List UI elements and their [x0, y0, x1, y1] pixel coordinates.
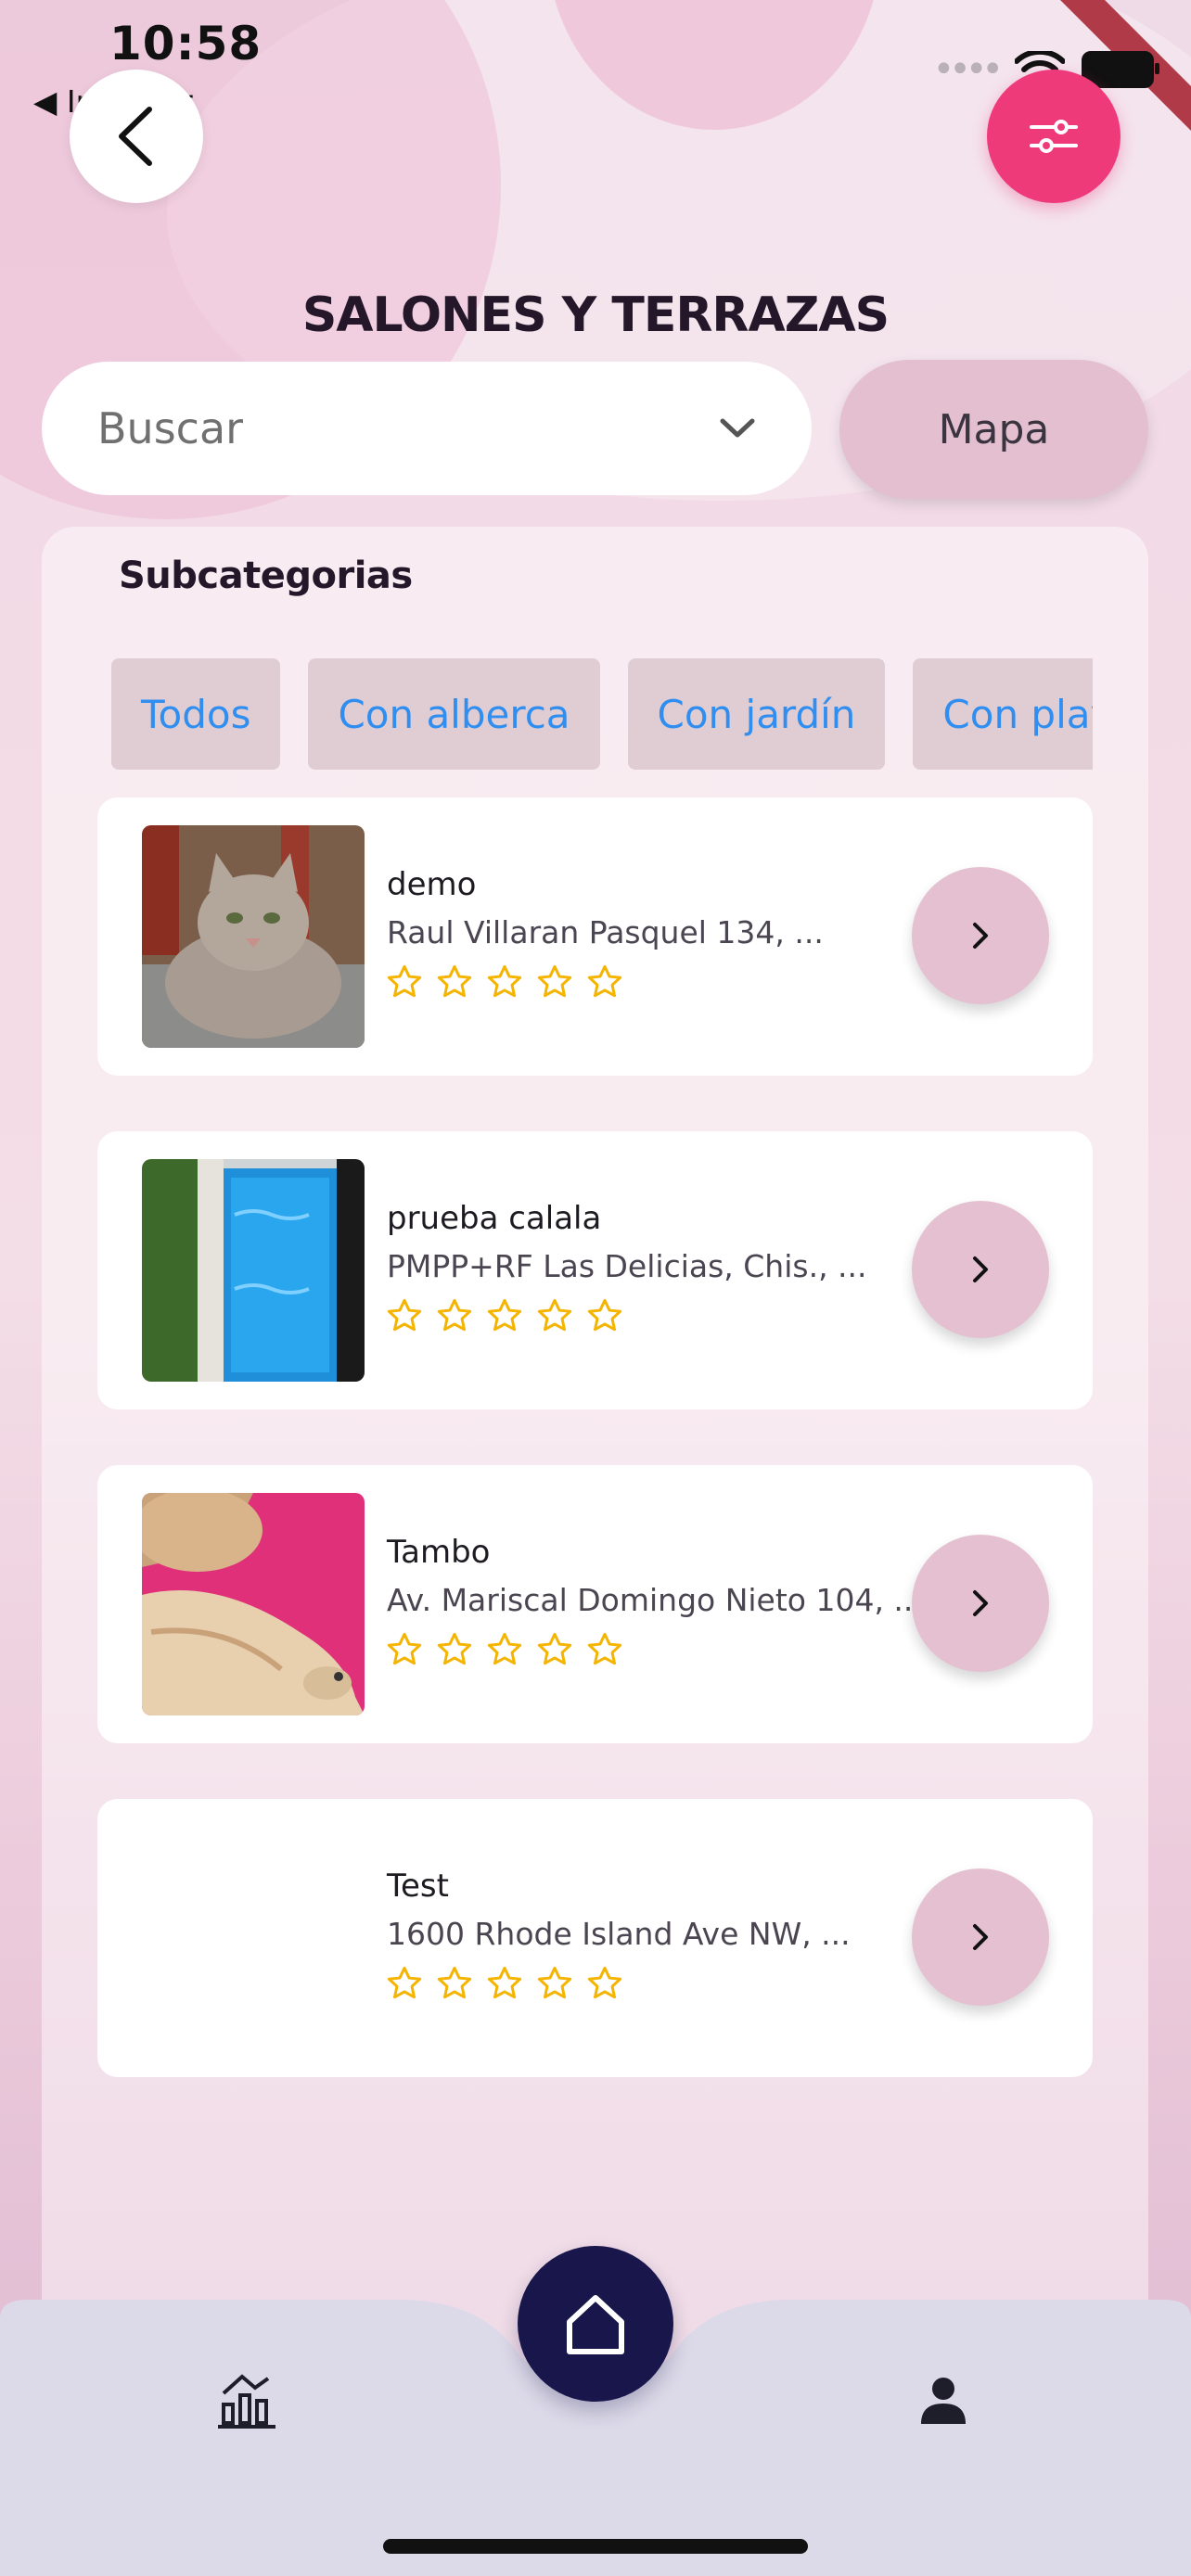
chip-todos[interactable]: Todos — [111, 658, 281, 770]
star-outline-icon — [387, 1966, 422, 1999]
subcategory-chips[interactable]: Todos Con alberca Con jardín Con playa — [111, 658, 1093, 770]
chevron-right-icon — [973, 1590, 988, 1616]
open-listing-button[interactable] — [912, 1201, 1049, 1338]
profile-nav-button[interactable] — [906, 2363, 980, 2437]
listing-name: prueba calala — [387, 1200, 602, 1237]
rating-stars — [385, 963, 624, 1001]
page-title: SALONES Y TERRAZAS — [301, 287, 890, 343]
stats-icon — [218, 2374, 275, 2429]
star-outline-icon — [587, 964, 622, 998]
star-outline-icon — [537, 1632, 572, 1665]
search-dropdown[interactable]: Buscar — [42, 362, 812, 495]
star-outline-icon — [437, 1298, 472, 1332]
app-screen: 10:58 ◀ Iplanner •••• SALONES Y TERRAZAS… — [0, 0, 1191, 2576]
listing-image-empty — [142, 1827, 365, 2049]
chevron-left-icon — [119, 107, 152, 166]
home-nav-button[interactable] — [518, 2246, 673, 2402]
star-outline-icon — [437, 1966, 472, 1999]
listing-address: Av. Mariscal Domingo Nieto 104, ... — [387, 1582, 923, 1618]
status-time: 10:58 — [109, 17, 263, 70]
chevron-right-icon — [973, 1256, 988, 1282]
search-placeholder: Buscar — [97, 403, 244, 453]
map-button[interactable]: Mapa — [839, 360, 1148, 499]
listing-image-dog — [142, 1493, 365, 1715]
star-outline-icon — [537, 1298, 572, 1332]
listing-card[interactable]: Test 1600 Rhode Island Ave NW, ... — [97, 1799, 1093, 2077]
open-listing-button[interactable] — [912, 1868, 1049, 2006]
home-icon — [567, 2295, 624, 2354]
signal-icon: •••• — [932, 48, 1004, 91]
star-outline-icon — [487, 1632, 522, 1665]
chip-con-playa[interactable]: Con playa — [913, 658, 1093, 770]
listing-name: Test — [387, 1868, 449, 1905]
listing-address: 1600 Rhode Island Ave NW, ... — [387, 1916, 851, 1952]
star-outline-icon — [587, 1632, 622, 1665]
chip-con-alberca[interactable]: Con alberca — [308, 658, 600, 770]
star-outline-icon — [537, 1966, 572, 1999]
rating-stars — [385, 1296, 624, 1335]
filter-button[interactable] — [987, 70, 1121, 203]
listing-image-cat — [142, 825, 365, 1048]
star-outline-icon — [437, 964, 472, 998]
star-outline-icon — [487, 1298, 522, 1332]
sliders-icon — [1030, 120, 1078, 153]
star-outline-icon — [487, 1966, 522, 1999]
rating-stars — [385, 1630, 624, 1669]
back-button[interactable] — [70, 70, 203, 203]
star-outline-icon — [387, 1632, 422, 1665]
listing-card[interactable]: demo Raul Villaran Pasquel 134, ... — [97, 797, 1093, 1076]
star-outline-icon — [387, 1298, 422, 1332]
star-outline-icon — [387, 964, 422, 998]
subcategories-title: Subcategorias — [119, 555, 413, 597]
listing-address: Raul Villaran Pasquel 134, ... — [387, 914, 824, 950]
listing-name: demo — [387, 866, 477, 903]
chevron-right-icon — [973, 1924, 988, 1950]
chip-con-jardin[interactable]: Con jardín — [627, 658, 886, 770]
star-outline-icon — [437, 1632, 472, 1665]
home-indicator — [383, 2539, 808, 2554]
chevron-right-icon — [973, 923, 988, 949]
listing-image-pool — [142, 1159, 365, 1382]
star-outline-icon — [487, 964, 522, 998]
star-outline-icon — [537, 964, 572, 998]
open-listing-button[interactable] — [912, 867, 1049, 1004]
chevron-down-icon — [720, 418, 755, 438]
listing-address: PMPP+RF Las Delicias, Chis., ... — [387, 1248, 867, 1284]
star-outline-icon — [587, 1966, 622, 1999]
stats-nav-button[interactable] — [210, 2363, 284, 2437]
profile-icon — [921, 2378, 966, 2424]
listing-name: Tambo — [387, 1534, 491, 1571]
listing-card[interactable]: Tambo Av. Mariscal Domingo Nieto 104, ..… — [97, 1465, 1093, 1743]
rating-stars — [385, 1964, 624, 2003]
listing-card[interactable]: prueba calala PMPP+RF Las Delicias, Chis… — [97, 1131, 1093, 1409]
open-listing-button[interactable] — [912, 1535, 1049, 1672]
star-outline-icon — [587, 1298, 622, 1332]
